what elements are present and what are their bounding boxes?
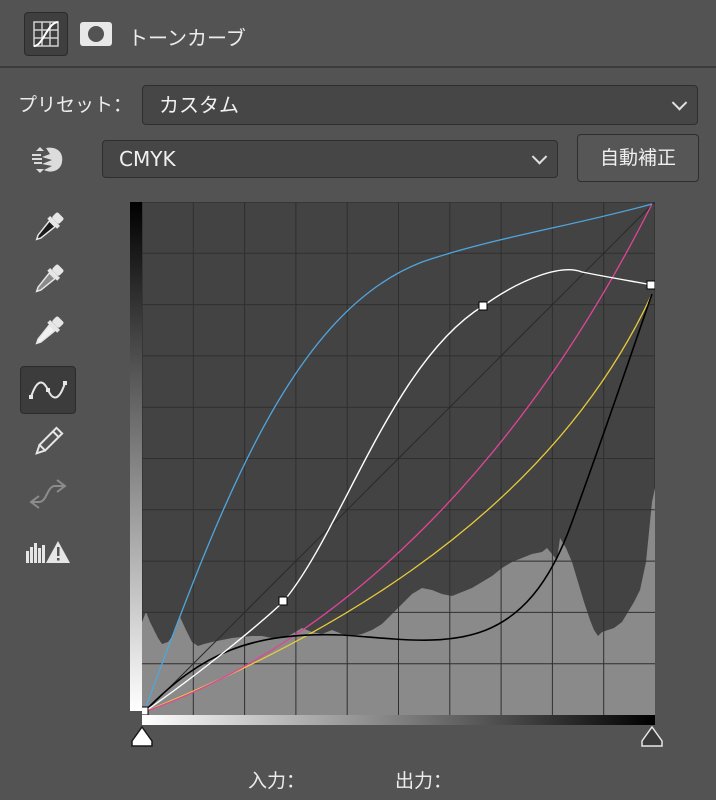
target-adjustment-icon[interactable] bbox=[20, 136, 76, 184]
gray-point-eyedropper-icon[interactable] bbox=[20, 256, 76, 304]
clipping-warning-icon[interactable] bbox=[20, 528, 76, 576]
preset-value: カスタム bbox=[159, 93, 239, 117]
curve-point-icon[interactable] bbox=[20, 366, 76, 414]
preset-label: プリセット： bbox=[18, 94, 133, 116]
white-point-slider[interactable] bbox=[640, 725, 664, 749]
curve-point-highlight[interactable] bbox=[478, 301, 488, 311]
curve-point-shadow[interactable] bbox=[278, 596, 288, 606]
chevron-down-icon bbox=[531, 149, 548, 165]
curve-point-black[interactable] bbox=[142, 706, 149, 715]
white-point-eyedropper-icon[interactable] bbox=[20, 308, 76, 356]
chevron-down-icon bbox=[671, 95, 688, 111]
black-point-slider[interactable] bbox=[130, 725, 154, 749]
auto-button[interactable]: 自動補正 bbox=[577, 134, 699, 182]
curve-point-white[interactable] bbox=[646, 280, 655, 290]
smooth-icon[interactable] bbox=[20, 470, 76, 518]
panel-title: トーンカーブ bbox=[128, 26, 246, 50]
panel-header: トーンカーブ bbox=[0, 0, 716, 68]
output-gradient-bar bbox=[130, 202, 142, 711]
output-label: 出力： bbox=[395, 770, 453, 792]
pencil-icon[interactable] bbox=[20, 418, 76, 466]
input-gradient-bar bbox=[142, 715, 655, 725]
black-point-eyedropper-icon[interactable] bbox=[20, 204, 76, 252]
input-label: 入力： bbox=[248, 770, 306, 792]
curves-graph[interactable] bbox=[142, 202, 655, 715]
channel-value: CMYK bbox=[119, 147, 176, 171]
curves-adjustment-icon[interactable] bbox=[24, 12, 68, 56]
channel-dropdown[interactable]: CMYK bbox=[102, 140, 558, 178]
preset-dropdown[interactable]: カスタム bbox=[142, 85, 698, 125]
layer-mask-icon[interactable] bbox=[80, 22, 112, 46]
